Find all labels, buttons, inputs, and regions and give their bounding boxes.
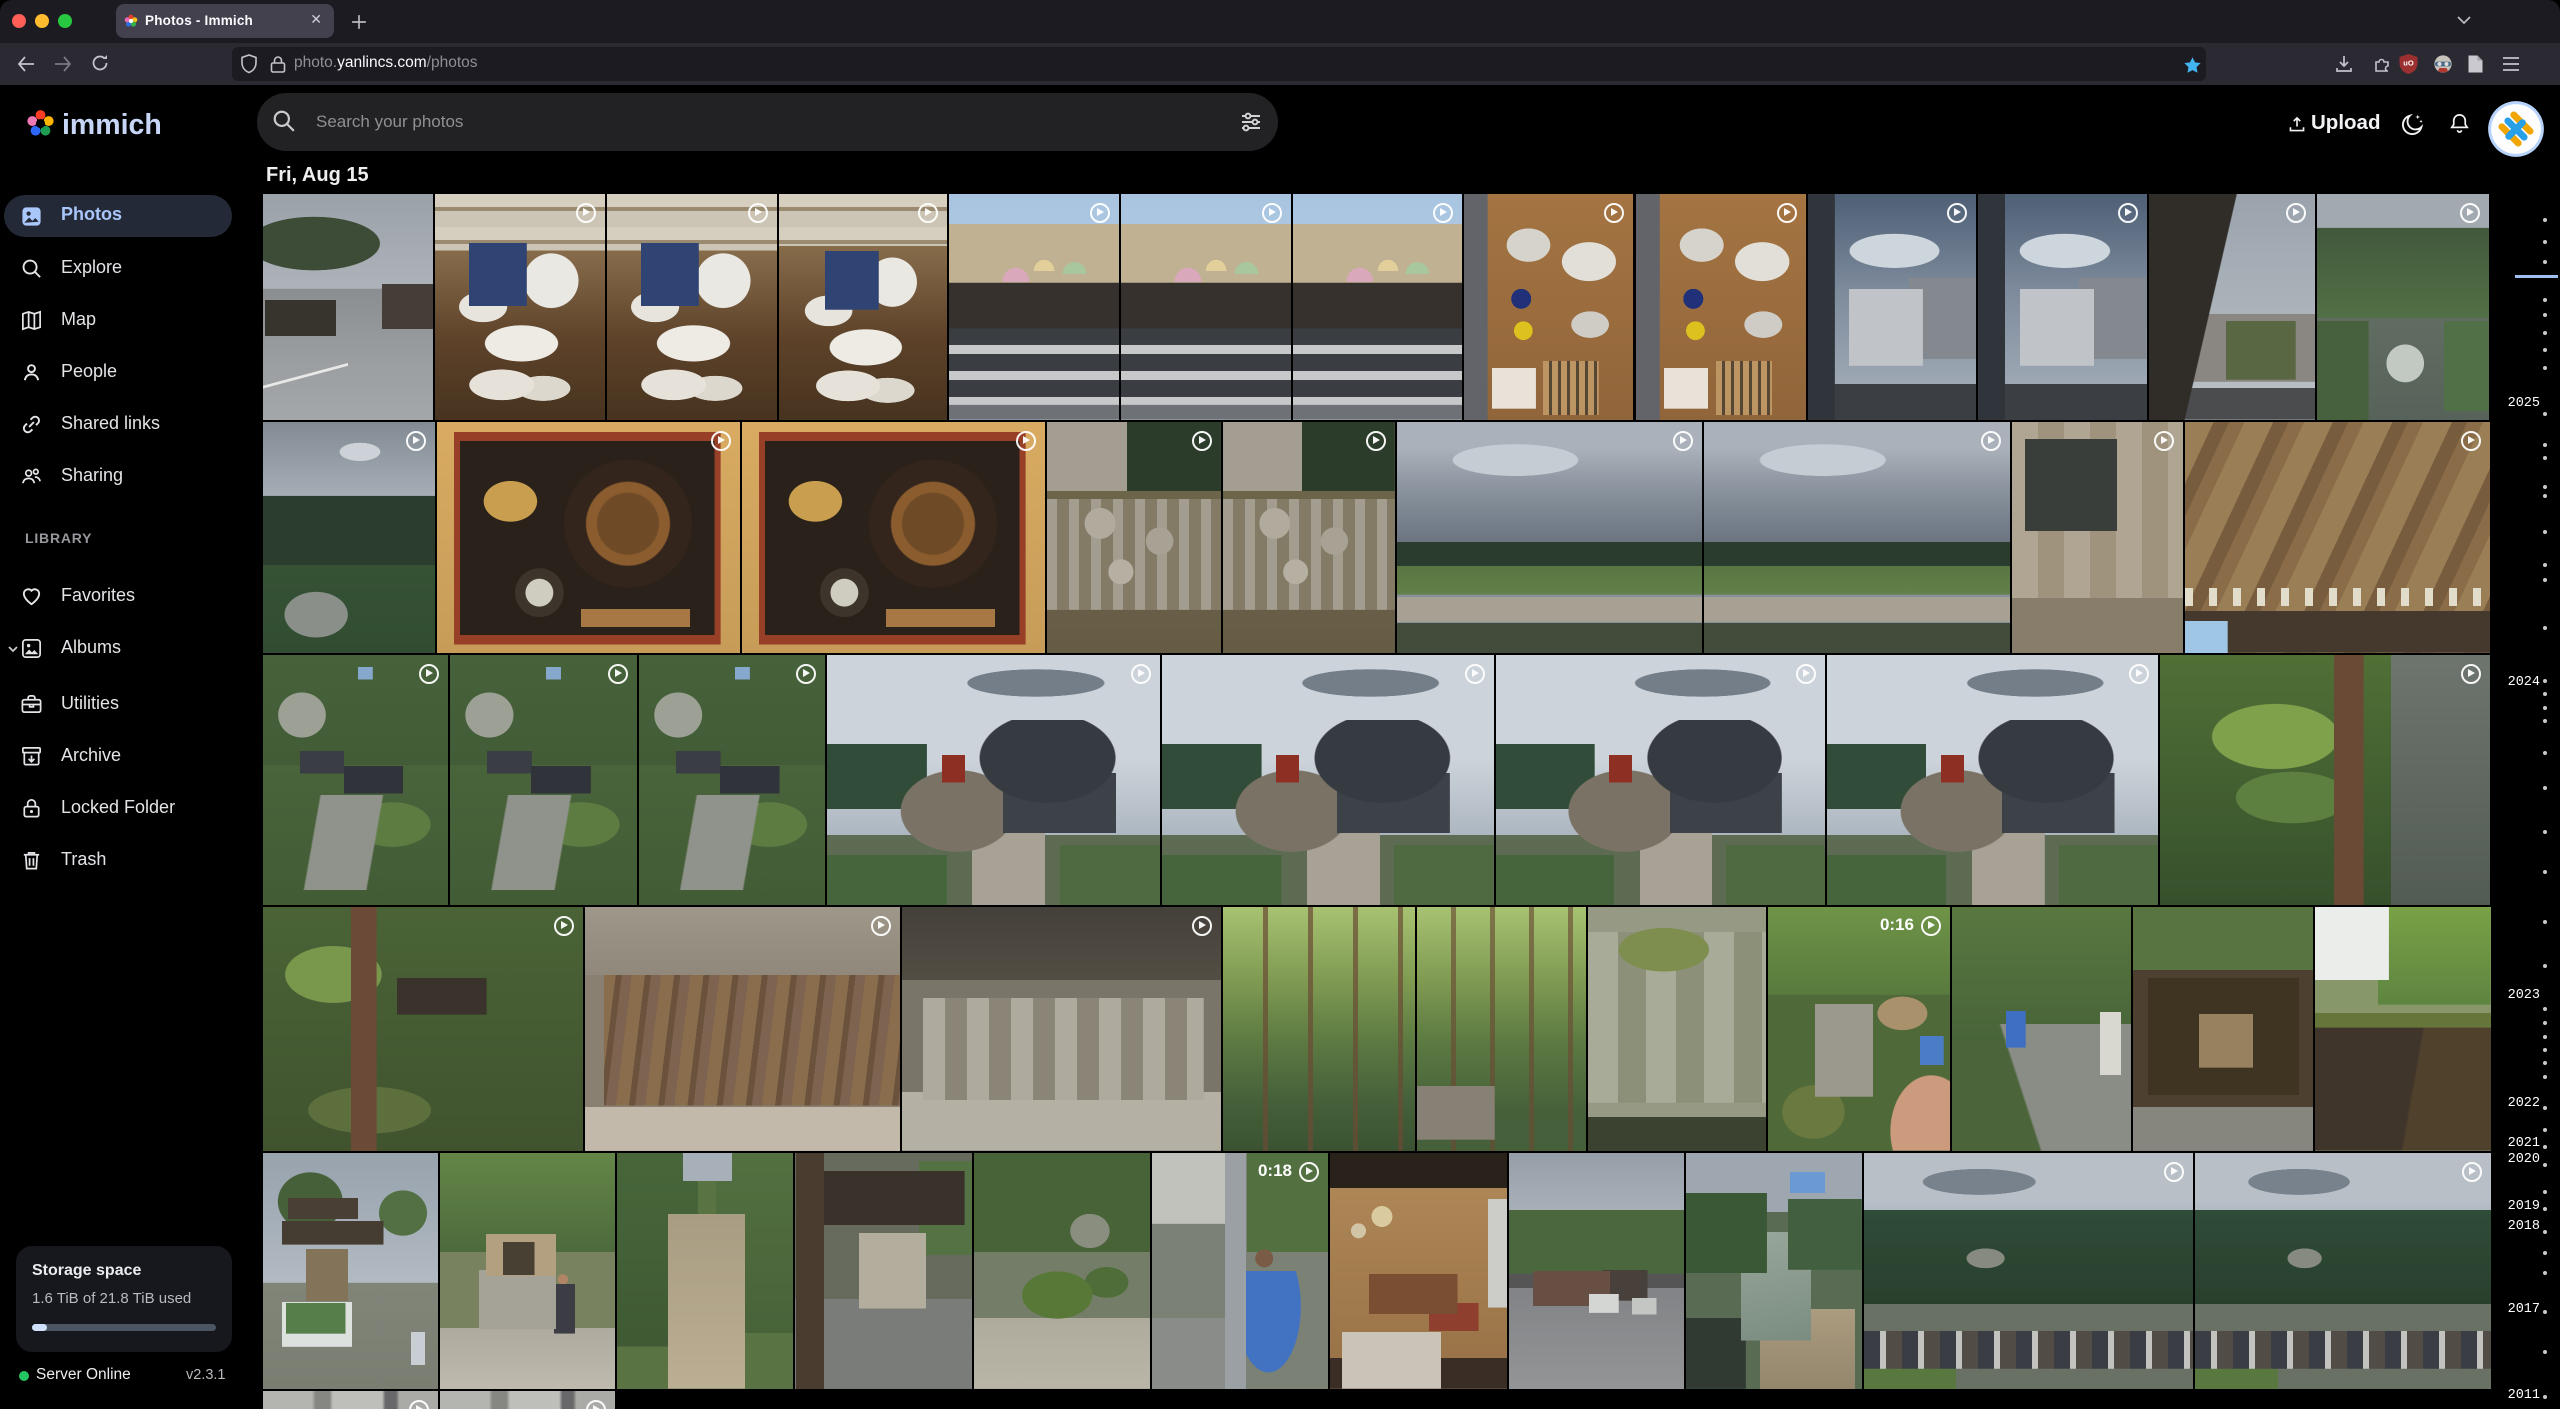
svg-text:uO: uO <box>2403 59 2414 68</box>
